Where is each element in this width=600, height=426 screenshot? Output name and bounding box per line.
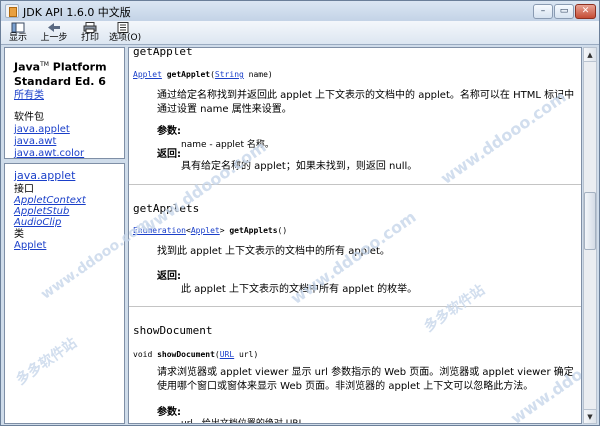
sig-param-type-link[interactable]: String — [215, 70, 244, 79]
method-signature-getapplets: Enumeration<Applet> getApplets() — [133, 226, 287, 235]
sig-enumeration-link[interactable]: Enumeration — [133, 226, 186, 235]
method-heading-getapplets: getApplets — [133, 202, 200, 215]
package-pane[interactable]: java.applet 接口 AppletContext AppletStub … — [4, 163, 125, 424]
returns-label-getapplet: 返回: — [157, 149, 181, 160]
package-title-link[interactable]: java.applet — [14, 170, 75, 182]
scroll-thumb[interactable] — [584, 192, 596, 250]
sig-param: name) — [243, 70, 273, 79]
sig-url-link[interactable]: URL — [220, 350, 234, 359]
returns-label-getapplets: 返回: — [157, 271, 181, 282]
sig-method-name: showDocument — [157, 350, 215, 359]
method-heading-getapplet: getApplet — [133, 47, 193, 58]
package-link-java-applet[interactable]: java.applet — [14, 124, 70, 136]
package-link-java-awt[interactable]: java.awt — [14, 136, 56, 148]
app-window: JDK API 1.6.0 中文版 – ▭ ✕ 显示 上一步 打印 选项(O) … — [0, 0, 600, 426]
content-pane[interactable]: getApplet Applet getApplet(String name) … — [128, 47, 582, 424]
options-label: 选项(O) — [109, 33, 142, 43]
returns-text-getapplets: 此 applet 上下文表示的文档中所有 applet 的枚举。 — [181, 284, 418, 295]
sig-param: url) — [234, 350, 259, 359]
overview-pane[interactable]: JavaTM Platform Standard Ed. 6 所有类 软件包 j… — [4, 47, 125, 159]
back-arrow-icon — [48, 23, 60, 32]
scroll-down-arrow[interactable]: ▼ — [584, 409, 596, 423]
param-text-getapplet: name - applet 名称。 — [181, 140, 274, 150]
method-signature-showdocument: void showDocument(URL url) — [133, 350, 258, 359]
interface-link-audio-clip[interactable]: AudioClip — [14, 217, 61, 229]
section-divider — [129, 184, 581, 185]
sig-method-name: getApplet — [166, 70, 211, 79]
method-description-getapplet: 通过给定名称找到并返回此 applet 上下文表示的文档中的 applet。名称… — [157, 90, 575, 115]
show-button[interactable]: 显示 — [7, 21, 29, 45]
params-label-showdocument: 参数: — [157, 407, 181, 418]
title-bar[interactable]: JDK API 1.6.0 中文版 – ▭ ✕ — [1, 1, 599, 21]
method-description-showdocument: 请求浏览器或 applet viewer 显示 url 参数指示的 Web 页面… — [157, 367, 574, 392]
all-classes-link[interactable]: 所有类 — [14, 90, 44, 102]
back-button[interactable]: 上一步 — [39, 21, 69, 45]
package-link-java-awt-color[interactable]: java.awt.color — [14, 148, 84, 158]
app-icon — [5, 4, 19, 18]
content-scrollbar[interactable]: ▲ ▼ — [583, 47, 597, 424]
back-label: 上一步 — [40, 33, 68, 43]
sig-type-link[interactable]: Applet — [133, 70, 162, 79]
platform-title-pre: Java — [14, 60, 41, 74]
maximize-button[interactable]: ▭ — [554, 4, 574, 19]
watermark-text-cn: 多多软件站 — [421, 282, 488, 336]
show-label: 显示 — [8, 33, 27, 43]
platform-title: JavaTM Platform Standard Ed. 6 — [14, 58, 114, 89]
returns-text-getapplet: 具有给定名称的 applet；如果未找到，则返回 null。 — [181, 161, 418, 172]
method-signature-getapplet: Applet getApplet(String name) — [133, 70, 273, 79]
scroll-up-arrow[interactable]: ▲ — [584, 48, 596, 62]
packages-heading: 软件包 — [14, 112, 44, 123]
param-text-showdocument: url - 给出文档位置的绝对 URL。 — [181, 419, 313, 424]
close-button[interactable]: ✕ — [575, 4, 596, 19]
minimize-button[interactable]: – — [533, 4, 553, 19]
print-button[interactable]: 打印 — [79, 21, 101, 45]
trademark-mark: TM — [40, 61, 49, 68]
print-icon — [83, 22, 97, 33]
sig-generic-applet-link[interactable]: Applet — [191, 226, 220, 235]
section-divider — [129, 306, 581, 307]
method-description-getapplets: 找到此 applet 上下文表示的文档中的所有 applet。 — [157, 246, 390, 257]
options-icon — [117, 22, 129, 33]
print-label: 打印 — [80, 33, 99, 43]
window-title: JDK API 1.6.0 中文版 — [23, 6, 131, 19]
method-heading-showdocument: showDocument — [133, 324, 213, 337]
options-button[interactable]: 选项(O) — [109, 21, 142, 45]
params-label-getapplet: 参数: — [157, 126, 181, 137]
sig-void: void — [133, 350, 158, 359]
class-link-applet[interactable]: Applet — [14, 240, 46, 252]
show-icon — [11, 22, 25, 33]
sig-rest: () — [277, 226, 288, 235]
toolbar: 显示 上一步 打印 选项(O) — [1, 21, 599, 45]
sig-method-name: getApplets — [224, 226, 278, 235]
